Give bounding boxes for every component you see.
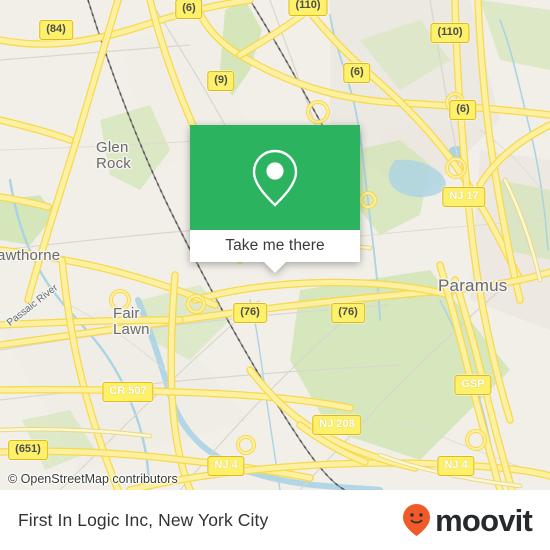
- highway-shield: (76): [331, 303, 365, 323]
- highway-shield: (110): [288, 0, 328, 16]
- map-attribution[interactable]: © OpenStreetMap contributors: [8, 472, 178, 486]
- page-footer: First In Logic Inc, New York City moovit: [0, 490, 550, 550]
- highway-shield: NJ 208: [312, 415, 362, 435]
- popup-footer[interactable]: Take me there: [190, 230, 360, 273]
- highway-shield: (110): [430, 23, 470, 43]
- highway-shield: CR 507: [102, 382, 154, 402]
- highway-shield: (6): [449, 100, 477, 120]
- highway-shield: GSP: [454, 375, 492, 395]
- highway-shield: NJ 4: [207, 456, 245, 476]
- highway-shield: NJ 17: [442, 187, 486, 207]
- moovit-pin-smile-icon: [403, 504, 431, 536]
- map-canvas[interactable]: .rd-cas{stroke:#f7d94b;stroke-width:7.5;…: [0, 0, 550, 490]
- highway-shield: (84): [39, 20, 73, 40]
- highway-shield: (76): [233, 303, 267, 323]
- map-pin-icon: [252, 149, 298, 207]
- moovit-wordmark: moovit: [435, 502, 533, 538]
- take-me-there-label: Take me there: [225, 237, 325, 254]
- location-popup[interactable]: Take me there: [190, 125, 360, 273]
- popup-header: [190, 125, 360, 230]
- highway-shield: NJ 4: [437, 456, 475, 476]
- map-page: .rd-cas{stroke:#f7d94b;stroke-width:7.5;…: [0, 0, 550, 550]
- popup-tail-pointer: [264, 262, 286, 273]
- moovit-logo[interactable]: moovit: [402, 502, 533, 538]
- highway-shield: (6): [175, 0, 203, 19]
- highway-shield: (6): [343, 63, 371, 83]
- highway-shield: (9): [207, 71, 235, 91]
- location-title: First In Logic Inc, New York City: [18, 509, 269, 530]
- highway-shield: (651): [8, 440, 48, 460]
